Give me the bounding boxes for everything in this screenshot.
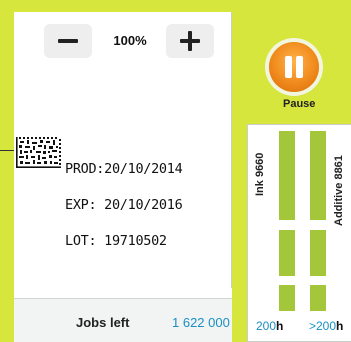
frame-divider: [232, 12, 243, 342]
additive-level-bar-middle: [310, 230, 326, 276]
additive-label: Additive 8861: [333, 155, 345, 226]
ink-time-value: 200: [256, 319, 277, 333]
jobs-left-value: 1 622 000: [172, 315, 230, 330]
zoom-in-button[interactable]: [166, 24, 214, 58]
ink-level-bar-middle: [279, 230, 295, 276]
jobs-bar: Jobs left 1 622 000: [14, 298, 232, 342]
ink-time-remaining: 200h: [256, 319, 283, 333]
label-line-prod: PROD:20/10/2014: [65, 161, 183, 177]
ink-time-unit: h: [276, 319, 284, 333]
additive-time-value: >200: [309, 319, 337, 333]
zoom-bar: 100%: [44, 24, 230, 60]
datamatrix-code: [16, 137, 61, 168]
label-line-lot: LOT: 19710502: [65, 233, 167, 249]
additive-level-bar-top: [310, 131, 326, 220]
frame-left: [0, 0, 14, 342]
connector-line: [0, 150, 14, 151]
label-text-block: PROD:20/10/2014 EXP: 20/10/2016 LOT: 197…: [65, 139, 183, 259]
label-line-exp: EXP: 20/10/2016: [65, 197, 183, 213]
jobs-left-label: Jobs left: [76, 315, 130, 330]
zoom-level: 100%: [113, 33, 147, 48]
ink-level-bar-top: [279, 131, 295, 220]
minus-icon: [58, 39, 78, 43]
additive-time-unit: h: [336, 319, 344, 333]
ink-level-bar-bottom: [279, 285, 295, 311]
ink-label: Ink 9660: [254, 152, 266, 196]
zoom-out-button[interactable]: [44, 24, 92, 58]
pause-button[interactable]: [269, 42, 319, 92]
additive-level-bar-bottom: [310, 285, 326, 311]
pause-label: Pause: [283, 98, 316, 110]
frame-top: [0, 0, 351, 12]
additive-time-remaining: >200h: [309, 319, 343, 333]
